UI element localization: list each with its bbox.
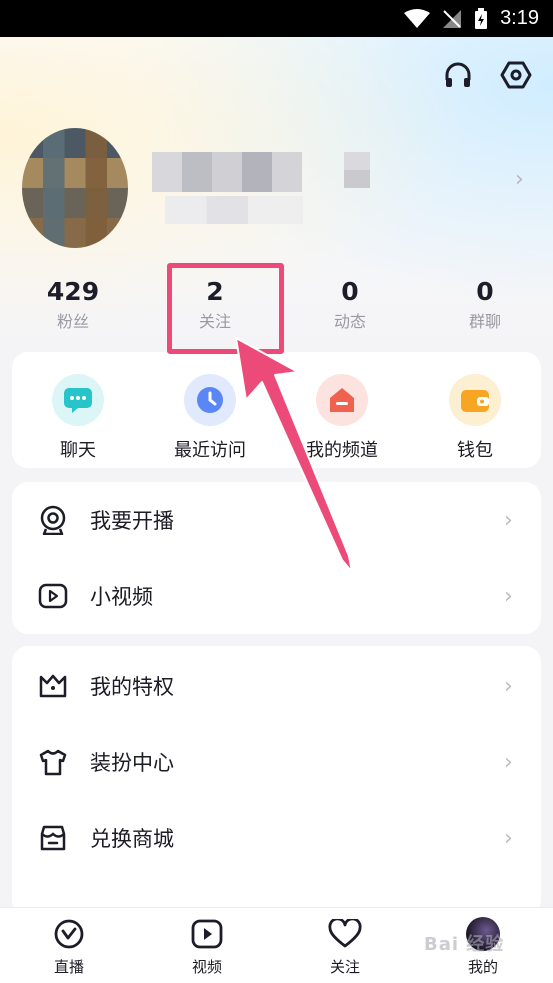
battery-charging-icon	[474, 7, 488, 30]
menu-row-label: 装扮中心	[90, 751, 174, 775]
chevron-right-icon: ›	[504, 583, 513, 609]
stat-posts[interactable]: 0 动态	[295, 275, 405, 335]
chevron-right-icon: ›	[504, 673, 513, 699]
tab-follow[interactable]: 关注	[300, 916, 390, 977]
highlight-box	[167, 263, 284, 354]
tshirt-icon	[38, 747, 68, 777]
menu-row-dress-up[interactable]: 装扮中心 ›	[12, 724, 541, 800]
user-id-pixelated	[165, 196, 303, 224]
quick-action-wallet[interactable]: 钱包	[420, 374, 530, 462]
quick-actions-card: 聊天 最近访问 我的频道 钱包	[12, 352, 541, 468]
avatar[interactable]	[22, 128, 128, 248]
quick-action-chat[interactable]: 聊天	[23, 374, 133, 462]
menu-row-label: 我的特权	[90, 675, 174, 699]
user-badge-pixelated	[344, 152, 370, 188]
no-signal-icon	[442, 9, 462, 29]
live-camera-icon	[38, 505, 68, 535]
stat-fans[interactable]: 429 粉丝	[18, 275, 128, 335]
quick-action-label: 最近访问	[174, 440, 246, 461]
chevron-right-icon: ›	[504, 507, 513, 533]
chevron-right-icon: ›	[504, 749, 513, 775]
crown-icon	[38, 671, 68, 701]
wallet-icon	[449, 374, 501, 426]
clock-icon	[184, 374, 236, 426]
settings-hexagon-icon[interactable]	[499, 58, 533, 92]
tab-label: 直播	[53, 958, 84, 976]
menu-group-live: 我要开播 › 小视频 ›	[12, 482, 541, 634]
stat-value: 429	[46, 277, 100, 306]
menu-row-short-video[interactable]: 小视频 ›	[12, 558, 541, 634]
menu-row-privileges[interactable]: 我的特权 ›	[12, 648, 541, 724]
menu-row-label: 我要开播	[90, 509, 174, 533]
menu-row-exchange-mall[interactable]: 兑换商城 ›	[12, 800, 541, 876]
clock-time: 3:19	[500, 7, 539, 29]
tab-label: 视频	[191, 958, 222, 976]
username-pixelated	[152, 152, 302, 192]
menu-row-label: 兑换商城	[90, 827, 174, 851]
wifi-icon	[404, 8, 431, 29]
quick-action-label: 聊天	[60, 440, 96, 461]
quick-action-recent[interactable]: 最近访问	[155, 374, 265, 462]
menu-row-go-live[interactable]: 我要开播 ›	[12, 482, 541, 558]
tab-video[interactable]: 视频	[162, 916, 252, 977]
live-check-icon	[51, 916, 87, 952]
video-play-icon	[38, 581, 68, 611]
profile-chevron-icon[interactable]: ›	[515, 169, 535, 191]
tab-live[interactable]: 直播	[24, 916, 114, 977]
tab-label: 关注	[329, 958, 360, 976]
stat-label: 粉丝	[56, 312, 89, 331]
stat-value: 0	[341, 277, 359, 306]
stat-label: 群聊	[468, 312, 501, 331]
chat-bubble-icon	[52, 374, 104, 426]
channel-house-icon	[316, 374, 368, 426]
menu-group-privileges: 我的特权 › 装扮中心 › 兑换商城 ›	[12, 646, 541, 916]
quick-action-label: 钱包	[457, 440, 493, 461]
stat-value: 0	[476, 277, 494, 306]
chevron-right-icon: ›	[504, 825, 513, 851]
video-play-icon	[189, 916, 225, 952]
store-icon	[38, 823, 68, 853]
quick-action-channel[interactable]: 我的频道	[287, 374, 397, 462]
quick-action-label: 我的频道	[306, 440, 378, 461]
watermark: Bai 经验	[424, 934, 505, 955]
heart-icon	[327, 916, 363, 952]
stat-groups[interactable]: 0 群聊	[430, 275, 540, 335]
headphones-icon[interactable]	[441, 58, 475, 92]
menu-row-label: 小视频	[90, 585, 153, 609]
stat-label: 动态	[333, 312, 366, 331]
status-bar: 3:19	[0, 0, 553, 37]
